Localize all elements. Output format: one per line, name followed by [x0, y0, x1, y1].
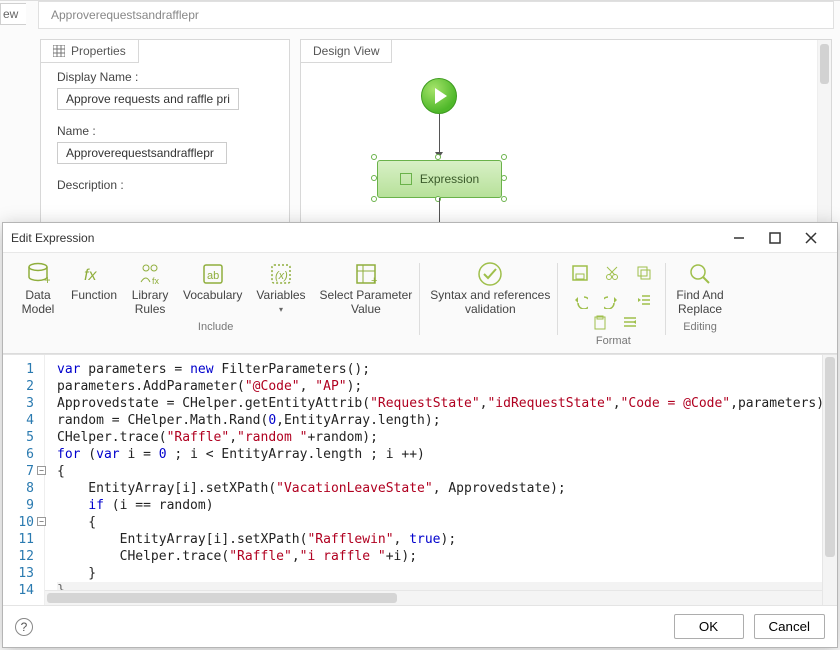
maximize-button[interactable] [757, 224, 793, 252]
library-rules-label: Library Rules [132, 289, 169, 317]
properties-panel: Properties Display Name : Approve reques… [40, 39, 290, 250]
svg-text:ab: ab [207, 270, 219, 282]
cut-button[interactable] [602, 263, 622, 283]
select-parameter-value-button[interactable]: + Select Parameter Value [318, 259, 415, 319]
tab-design-view-label: Design View [313, 44, 379, 58]
data-model-button[interactable]: + Data Model [17, 259, 59, 319]
start-node[interactable] [421, 78, 457, 114]
find-replace-button[interactable]: Find And Replace [674, 259, 725, 319]
vocabulary-button[interactable]: ab Vocabulary [181, 259, 244, 305]
description-label: Description : [57, 178, 273, 192]
dialog-footer: ? OK Cancel [3, 605, 837, 647]
find-replace-label: Find And Replace [676, 289, 723, 317]
library-rules-button[interactable]: fx Library Rules [129, 259, 171, 319]
dialog-titlebar[interactable]: Edit Expression [3, 223, 837, 253]
vocabulary-icon: ab [200, 261, 226, 287]
variables-label: Variables [256, 289, 305, 303]
tab-properties[interactable]: Properties [40, 39, 139, 63]
document-title-bar: Approverequestsandrafflepr [38, 1, 834, 29]
database-icon: + [25, 261, 51, 287]
cancel-button[interactable]: Cancel [754, 614, 826, 639]
select-parameter-value-label: Select Parameter Value [320, 289, 413, 317]
expression-node-label: Expression [420, 172, 479, 186]
svg-text:+: + [371, 275, 377, 286]
left-dock-tab[interactable]: ew [0, 3, 26, 25]
syntax-validation-label: Syntax and references validation [430, 289, 550, 317]
svg-text:(x): (x) [275, 270, 288, 282]
tab-design-view[interactable]: Design View [300, 39, 392, 63]
name-label: Name : [57, 124, 273, 138]
document-title: Approverequestsandrafflepr [51, 8, 199, 22]
redo-button[interactable] [602, 291, 622, 311]
ok-button[interactable]: OK [674, 614, 744, 639]
svg-text:+: + [44, 273, 50, 286]
variables-button[interactable]: (x) Variables ▾ [254, 259, 307, 316]
help-button[interactable]: ? [15, 618, 33, 636]
syntax-validation-button[interactable]: Syntax and references validation [428, 259, 552, 319]
paste-button[interactable] [590, 313, 610, 333]
data-model-label: Data Model [22, 289, 55, 317]
search-icon [687, 261, 713, 287]
grid-icon [53, 45, 65, 57]
design-view-panel: Design View Expression [300, 39, 832, 250]
undo-button[interactable] [570, 291, 590, 311]
editor-vertical-scrollbar[interactable] [822, 355, 837, 605]
editing-caption: Editing [683, 319, 717, 337]
outdent-button[interactable] [634, 291, 654, 311]
format-caption: Format [596, 333, 631, 351]
parameter-value-icon: + [353, 261, 379, 287]
variables-icon: (x) [268, 261, 294, 287]
tab-properties-label: Properties [71, 44, 126, 58]
minimize-button[interactable] [721, 224, 757, 252]
code-area[interactable]: var parameters = new FilterParameters();… [45, 355, 837, 605]
close-button[interactable] [793, 224, 829, 252]
ribbon-toolbar: + Data Model fx Function fx Library Rule… [3, 253, 837, 354]
function-icon: fx [81, 261, 107, 287]
display-name-label: Display Name : [57, 70, 273, 84]
name-field[interactable]: Approverequestsandrafflepr [57, 142, 227, 164]
indent-button[interactable] [620, 313, 640, 333]
svg-text:fx: fx [84, 267, 97, 284]
code-editor[interactable]: 1234567−8910−11121314 var parameters = n… [3, 354, 837, 605]
line-number-gutter: 1234567−8910−11121314 [3, 355, 45, 605]
chevron-down-icon: ▾ [279, 305, 283, 314]
editor-horizontal-scrollbar[interactable] [45, 590, 822, 605]
library-rules-icon: fx [137, 261, 163, 287]
dialog-title: Edit Expression [11, 231, 94, 245]
function-label: Function [71, 289, 117, 303]
expression-node[interactable]: Expression [377, 160, 502, 198]
include-caption: Include [198, 319, 233, 337]
svg-text:fx: fx [152, 276, 160, 286]
vocabulary-label: Vocabulary [183, 289, 242, 303]
edit-expression-dialog: Edit Expression + Data Model fx Function… [2, 222, 838, 648]
design-scrollbar[interactable] [817, 40, 831, 249]
check-circle-icon [477, 261, 503, 287]
expression-icon [400, 173, 412, 185]
copy-button[interactable] [634, 263, 654, 283]
function-button[interactable]: fx Function [69, 259, 119, 305]
background-window: ew Approverequestsandrafflepr Properties… [0, 0, 840, 250]
save-button[interactable] [570, 263, 590, 283]
validation-caption [489, 319, 492, 337]
display-name-field[interactable]: Approve requests and raffle pri [57, 88, 239, 110]
connector-line [439, 114, 440, 154]
